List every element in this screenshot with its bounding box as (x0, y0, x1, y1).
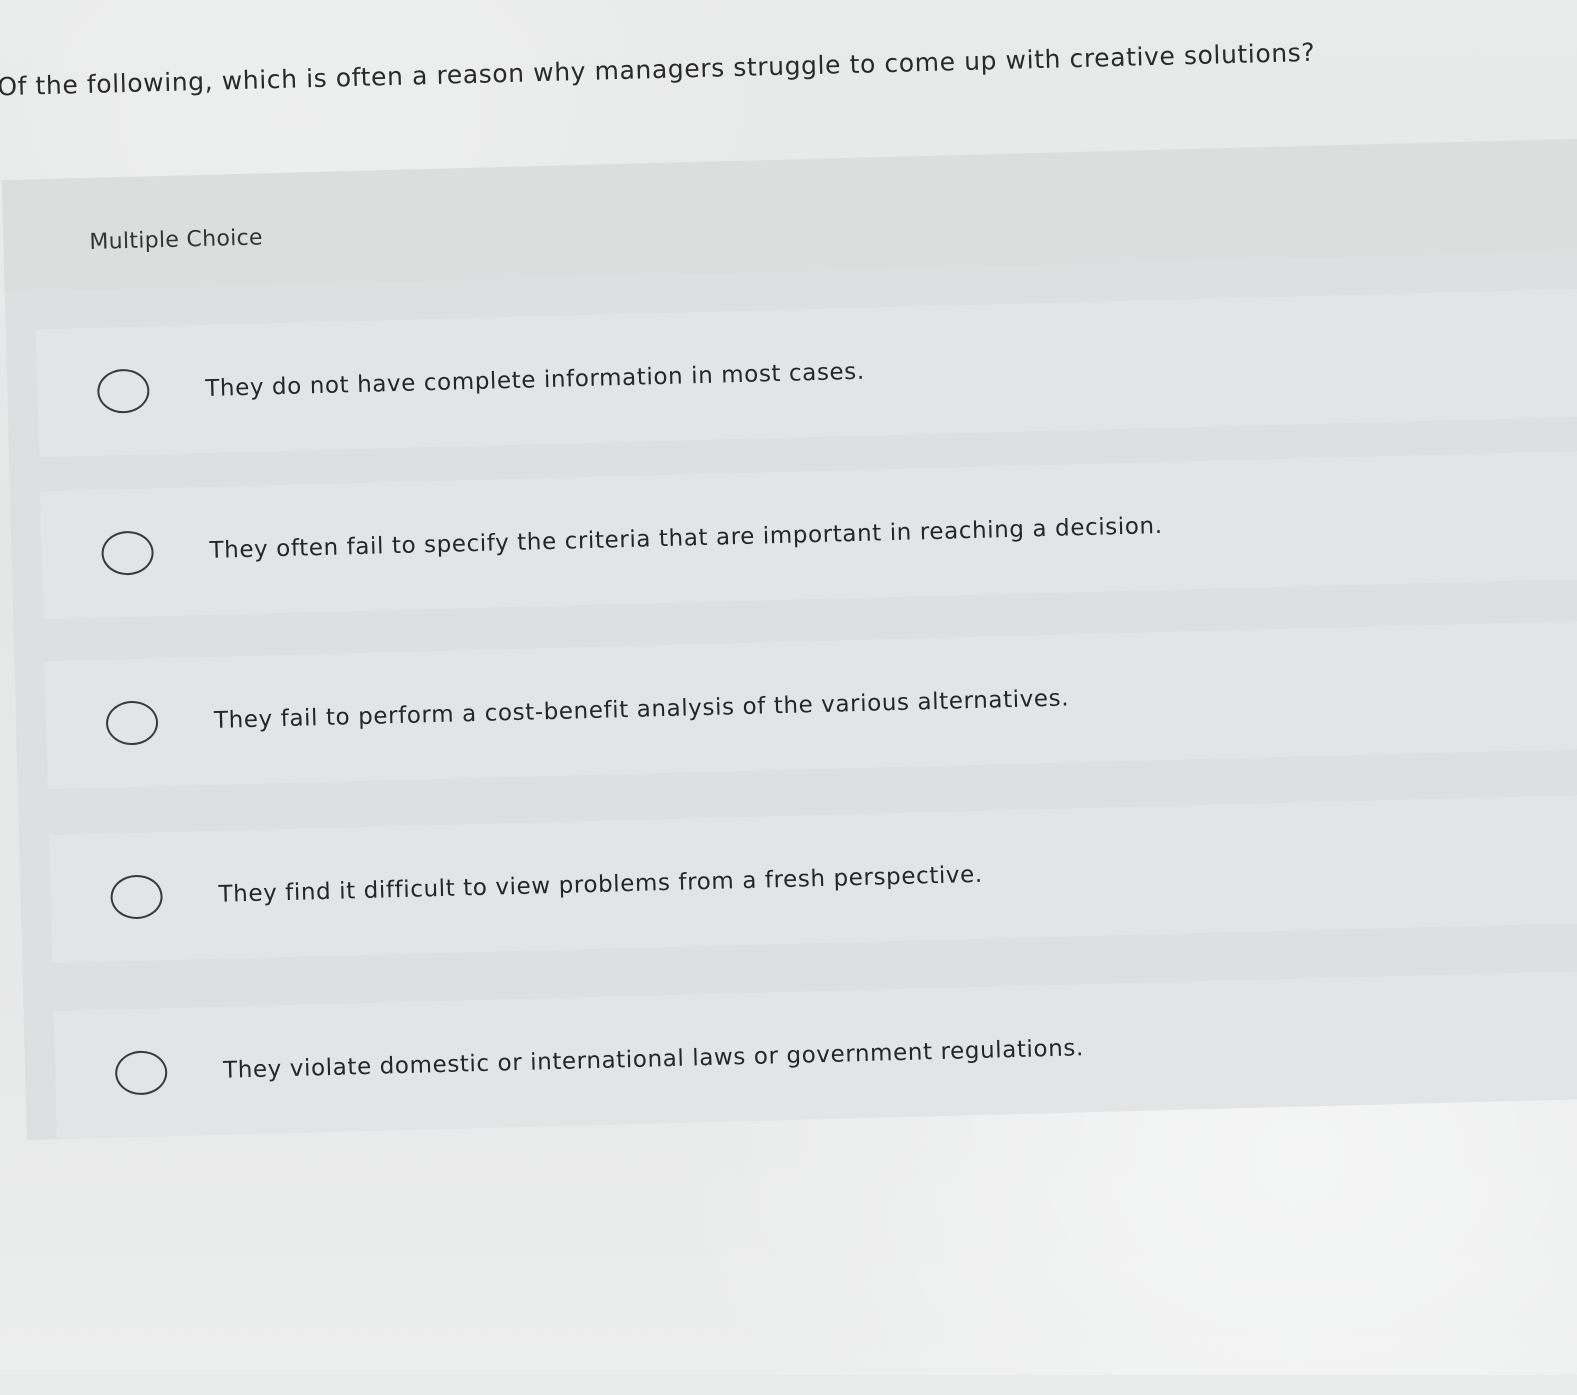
answer-card-header: Multiple Choice (1, 138, 1577, 293)
radio-button-icon[interactable] (105, 700, 159, 746)
answer-card: Multiple Choice They do not have complet… (1, 138, 1577, 1140)
choice-option-1[interactable]: They do not have complete information in… (35, 288, 1577, 458)
radio-button-icon[interactable] (114, 1050, 168, 1096)
choice-option-2[interactable]: They often fail to specify the criteria … (39, 450, 1577, 620)
quiz-page: Of the following, which is often a reaso… (0, 0, 1577, 1395)
choice-option-4[interactable]: They find it difficult to view problems … (48, 794, 1577, 964)
radio-button-icon[interactable] (96, 368, 150, 414)
choice-option-3[interactable]: They fail to perform a cost-benefit anal… (44, 620, 1577, 790)
question-prompt: Of the following, which is often a reaso… (0, 37, 1316, 102)
question-type-label: Multiple Choice (89, 225, 264, 255)
choice-label[interactable]: They often fail to specify the criteria … (209, 513, 1163, 564)
choice-label[interactable]: They violate domestic or international l… (223, 1035, 1084, 1084)
radio-button-icon[interactable] (110, 874, 164, 920)
choice-label[interactable]: They do not have complete information in… (205, 359, 865, 402)
radio-button-icon[interactable] (101, 530, 155, 576)
choice-label[interactable]: They fail to perform a cost-benefit anal… (214, 685, 1070, 733)
choice-label[interactable]: They find it difficult to view problems … (218, 862, 983, 908)
choice-option-5[interactable]: They violate domestic or international l… (53, 970, 1577, 1140)
